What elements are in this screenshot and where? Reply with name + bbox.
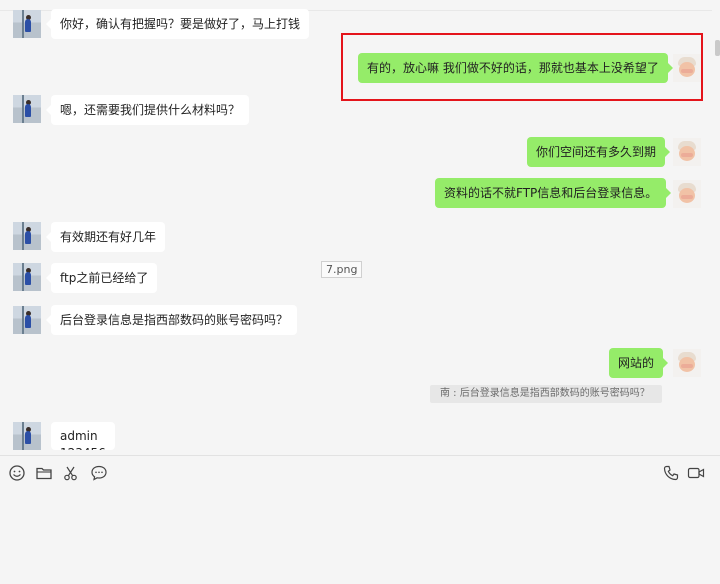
contact-avatar[interactable] (13, 95, 41, 123)
contact-avatar[interactable] (13, 422, 41, 450)
phone-icon[interactable] (662, 464, 680, 482)
message-bubble-received[interactable]: 后台登录信息是指西部数码的账号密码吗？ (45, 305, 298, 335)
contact-avatar[interactable] (13, 10, 41, 38)
message-bubble-sent[interactable]: 网站的 (609, 348, 669, 378)
self-avatar[interactable] (673, 138, 701, 166)
message-bubble-received[interactable]: ftp之前已经给了 (45, 263, 158, 293)
message-bubble-sent[interactable]: 资料的话不就FTP信息和后台登录信息。 (435, 178, 672, 208)
contact-avatar[interactable] (13, 306, 41, 334)
self-avatar[interactable] (673, 349, 701, 377)
input-toolbar (0, 455, 720, 584)
message-bubble-received[interactable]: 嗯，还需要我们提供什么材料吗？ (45, 95, 250, 125)
self-avatar[interactable] (673, 180, 701, 208)
video-icon[interactable] (687, 464, 705, 482)
message-bubble-sent[interactable]: 你们空间还有多久到期 (527, 137, 671, 167)
image-filename-label: 7.png (321, 261, 363, 278)
message-bubble-received[interactable]: admin 123456 (51, 422, 115, 450)
emoji-icon[interactable] (8, 464, 26, 482)
red-highlight-box (341, 33, 703, 101)
contact-avatar[interactable] (13, 263, 41, 291)
message-bubble-received[interactable]: 有效期还有好几年 (45, 222, 166, 252)
scissors-icon[interactable] (62, 464, 80, 482)
contact-avatar[interactable] (13, 222, 41, 250)
folder-icon[interactable] (35, 464, 53, 482)
chat-bubble-icon[interactable] (90, 464, 108, 482)
message-bubble-received[interactable]: 你好，确认有把握吗？要是做好了，马上打钱 (45, 9, 310, 39)
quoted-message[interactable]: 南 : 后台登录信息是指西部数码的账号密码吗？ (430, 385, 662, 403)
chat-message-list[interactable]: 你好，确认有把握吗？要是做好了，马上打钱 有的，放心嘛 我们做不好的话，那就也基… (0, 0, 720, 455)
